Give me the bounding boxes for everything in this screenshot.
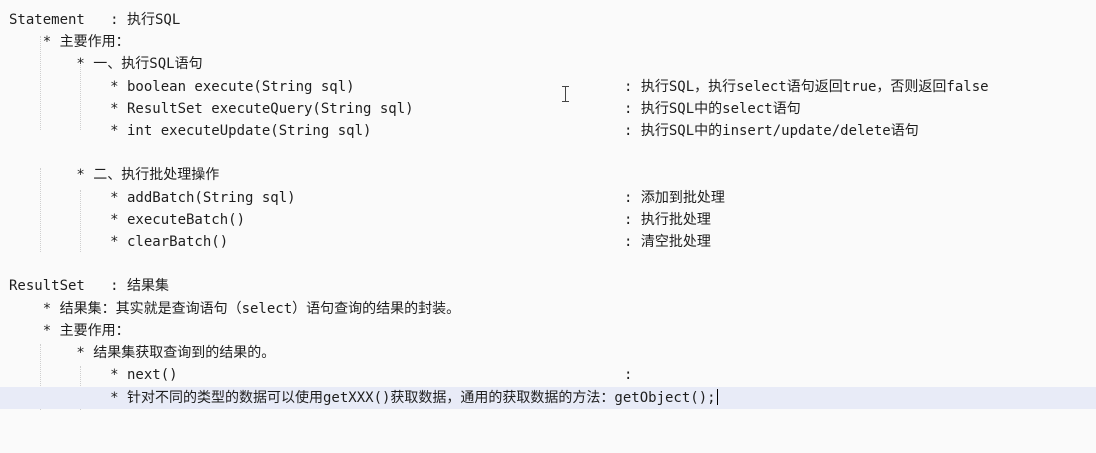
code-line[interactable]: * 一、执行SQL语句 <box>0 53 1096 75</box>
line-text: * addBatch(String sql) <box>9 190 296 206</box>
line-text: * 二、执行批处理操作 <box>9 167 220 183</box>
code-line[interactable]: ResultSet : 结果集 <box>0 275 1096 297</box>
line-text: * 结果集：其实就是查询语句（select）语句查询的结果的封装。 <box>9 301 461 317</box>
line-text: ResultSet : 结果集 <box>9 278 170 294</box>
text-editor[interactable]: Statement : 执行SQL * 主要作用： * 一、执行SQL语句 * … <box>0 0 1096 418</box>
line-comment: : 执行SQL，执行select语句返回true，否则返回false <box>624 79 989 95</box>
line-text: * clearBatch() <box>9 234 229 250</box>
line-text: * 结果集获取查询到的结果的。 <box>9 345 276 361</box>
code-line[interactable]: * executeBatch() : 执行批处理 <box>0 209 1096 231</box>
code-line[interactable]: * 结果集获取查询到的结果的。 <box>0 342 1096 364</box>
line-text: * 主要作用： <box>9 34 130 50</box>
current-code-line[interactable]: * 针对不同的类型的数据可以使用getXXX()获取数据，通用的获取数据的方法：… <box>0 387 1096 409</box>
text-cursor <box>716 389 718 405</box>
code-line[interactable]: * next() : <box>0 364 1096 386</box>
code-line[interactable] <box>0 253 1096 275</box>
line-text-content: * 针对不同的类型的数据可以使用getXXX()获取数据，通用的获取数据的方法：… <box>9 390 716 406</box>
line-text: Statement : 执行SQL <box>9 12 181 28</box>
line-text: * executeBatch() <box>9 212 246 228</box>
line-comment: : <box>624 367 633 383</box>
line-text: * boolean execute(String sql) <box>9 79 355 95</box>
line-comment: : 清空批处理 <box>624 234 711 250</box>
code-line[interactable]: * 主要作用： <box>0 320 1096 342</box>
mouse-ibeam-cursor-icon <box>561 86 571 102</box>
line-text: * 一、执行SQL语句 <box>9 56 203 72</box>
line-comment: : 执行SQL中的select语句 <box>624 101 801 117</box>
line-text: * ResultSet executeQuery(String sql) <box>9 101 414 117</box>
code-line[interactable]: * 主要作用： <box>0 31 1096 53</box>
code-line[interactable]: * int executeUpdate(String sql) : 执行SQL中… <box>0 120 1096 142</box>
code-line[interactable]: Statement : 执行SQL <box>0 9 1096 31</box>
line-text: * 主要作用： <box>9 323 130 339</box>
line-text: * int executeUpdate(String sql) <box>9 123 372 139</box>
code-line[interactable]: * ResultSet executeQuery(String sql) : 执… <box>0 98 1096 120</box>
code-line[interactable]: * addBatch(String sql) : 添加到批处理 <box>0 187 1096 209</box>
line-comment: : 添加到批处理 <box>624 190 725 206</box>
line-comment: : 执行SQL中的insert/update/delete语句 <box>624 123 919 139</box>
code-line[interactable]: * boolean execute(String sql) : 执行SQL，执行… <box>0 76 1096 98</box>
line-text: * next() <box>9 367 178 383</box>
code-line[interactable]: * 二、执行批处理操作 <box>0 164 1096 186</box>
code-line[interactable]: * clearBatch() : 清空批处理 <box>0 231 1096 253</box>
line-comment: : 执行批处理 <box>624 212 711 228</box>
code-line[interactable] <box>0 142 1096 164</box>
code-line[interactable]: * 结果集：其实就是查询语句（select）语句查询的结果的封装。 <box>0 298 1096 320</box>
line-text: * 针对不同的类型的数据可以使用getXXX()获取数据，通用的获取数据的方法：… <box>9 387 718 409</box>
